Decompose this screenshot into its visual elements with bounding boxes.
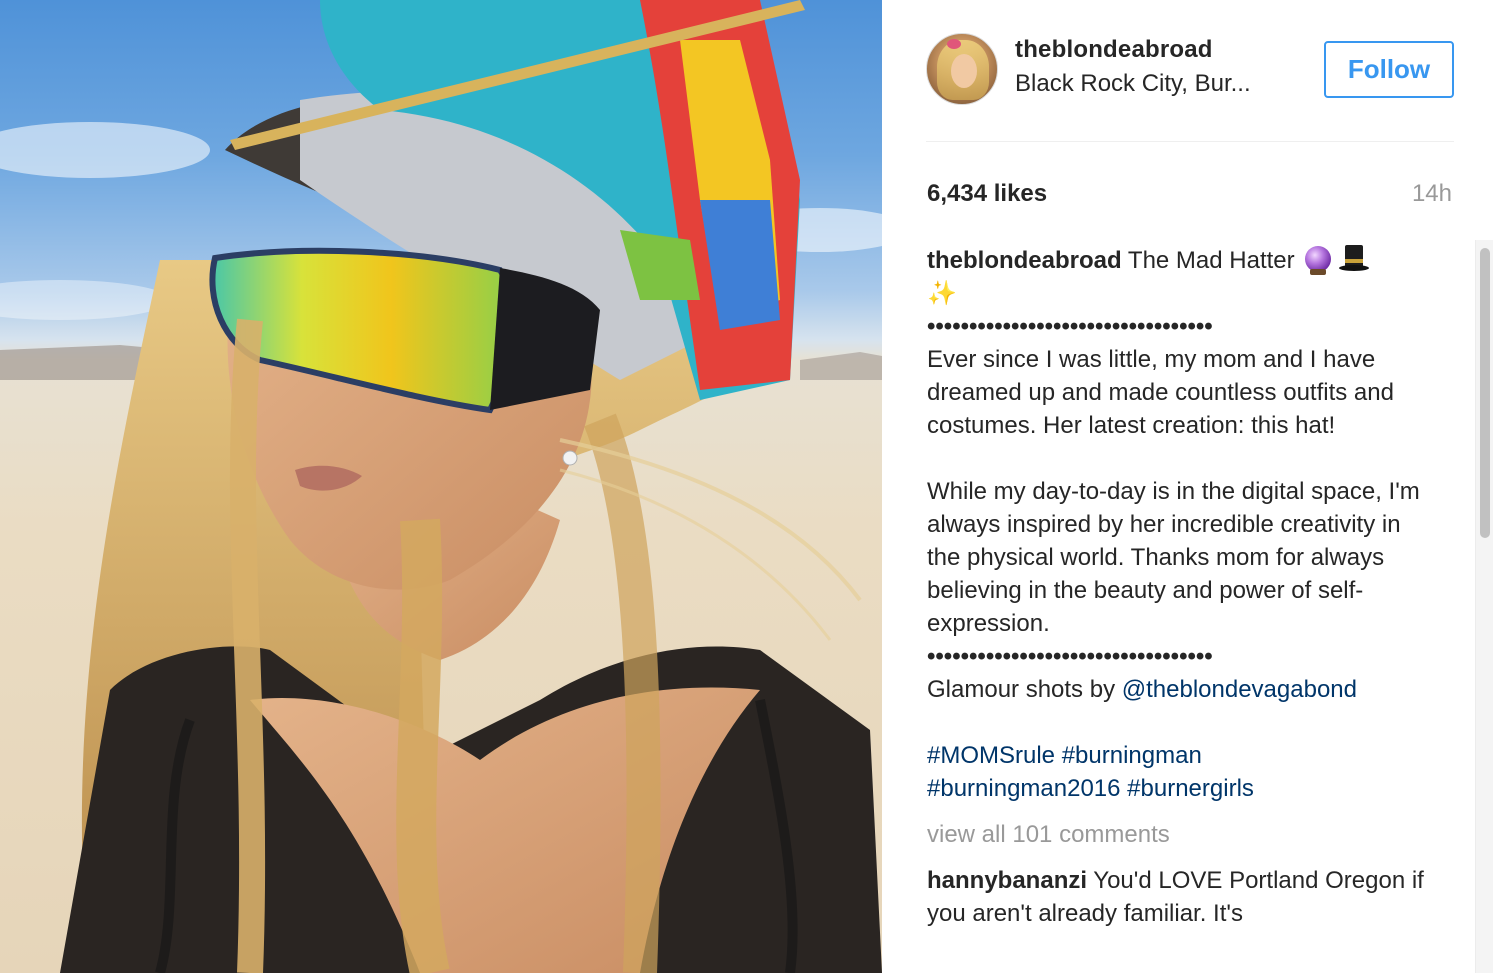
caption-title-line: theblondeabroad The Mad Hatter [927, 244, 1437, 277]
follow-button[interactable]: Follow [1324, 41, 1454, 98]
comment-author[interactable]: hannybananzi [927, 867, 1087, 894]
crystal-ball-icon [1305, 246, 1332, 275]
top-hat-icon [1339, 245, 1370, 273]
caption-credit: Glamour shots by @theblondevagabond [927, 673, 1437, 706]
hashtag-link[interactable]: #MOMSrule [927, 742, 1055, 769]
caption-paragraph-2: While my day-to-day is in the digital sp… [927, 478, 1420, 637]
post-timestamp[interactable]: 14h [1412, 180, 1452, 208]
caption-divider-dots-2: •••••••••••••••••••••••••••••••••• [927, 643, 1213, 670]
mention-link[interactable]: @theblondevagabond [1122, 676, 1357, 703]
post-photo[interactable] [0, 0, 882, 973]
scrollbar-thumb[interactable] [1480, 248, 1490, 538]
comment-item: hannybananzi You'd LOVE Portland Oregon … [927, 864, 1437, 930]
header-divider [926, 141, 1454, 142]
sparkles-icon: ✨ [927, 280, 957, 307]
likes-count[interactable]: 6,434 likes [927, 180, 1047, 208]
post-details-panel: theblondeabroad Black Rock City, Bur... … [882, 0, 1500, 973]
hashtags-line-1: #MOMSrule #burningman [927, 739, 1437, 772]
post-username[interactable]: theblondeabroad [1015, 36, 1213, 64]
hashtag-link[interactable]: #burnergirls [1127, 775, 1254, 802]
hashtag-link[interactable]: #burningman2016 [927, 775, 1121, 802]
caption-author[interactable]: theblondeabroad [927, 247, 1122, 274]
comments-list: theblondeabroad The Mad Hatter ✨ •••••••… [927, 244, 1437, 930]
caption-paragraph-1: Ever since I was little, my mom and I ha… [927, 346, 1394, 439]
post-location[interactable]: Black Rock City, Bur... [1015, 70, 1285, 98]
comments-scrollbar[interactable] [1475, 240, 1493, 973]
caption-divider-dots: •••••••••••••••••••••••••••••••••• [927, 313, 1213, 340]
avatar[interactable] [926, 33, 998, 105]
hashtag-link[interactable]: #burningman [1062, 742, 1202, 769]
photo-illustration [0, 0, 882, 973]
hashtags-line-2: #burningman2016 #burnergirls [927, 772, 1437, 805]
view-all-comments-link[interactable]: view all 101 comments [927, 818, 1437, 851]
caption-credit-prefix: Glamour shots by [927, 676, 1122, 703]
caption-title: The Mad Hatter [1121, 247, 1295, 274]
